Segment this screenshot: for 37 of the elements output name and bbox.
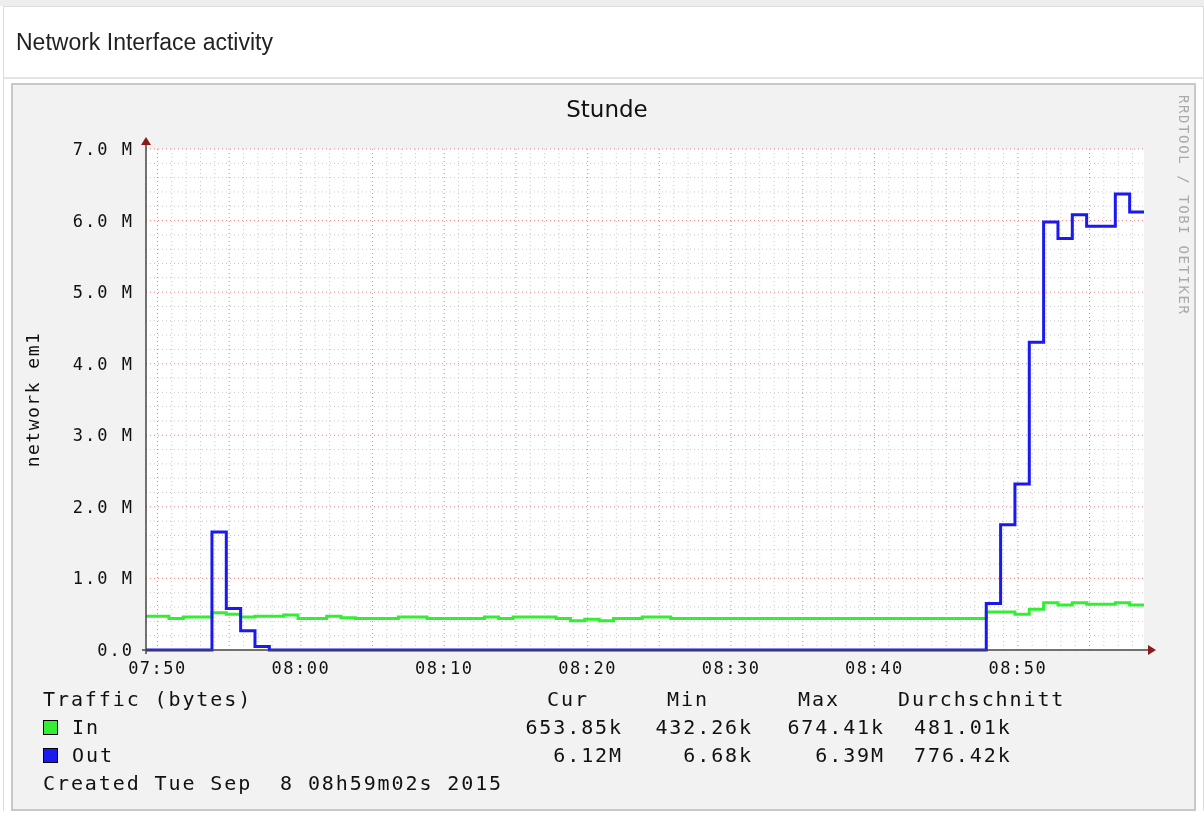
legend-value: 481.01k <box>913 715 1013 739</box>
chart-title: Stunde <box>566 96 648 122</box>
graph-credit: RRDTOOL / TOBI OETIKER <box>1176 95 1192 316</box>
legend-value: 6.68k <box>682 743 753 767</box>
y-tick-label: 2.0 M <box>72 496 134 517</box>
y-tick-label: 7.0 M <box>72 139 134 159</box>
y-tick-label: 4.0 M <box>72 353 134 374</box>
panel-title: Network Interface activity <box>4 7 1203 79</box>
y-tick-label: 1.0 M <box>72 568 134 589</box>
legend-column-heading: Max <box>797 687 841 711</box>
legend-swatch <box>43 719 58 735</box>
x-tick-label: 08:20 <box>558 658 617 678</box>
legend-label: In <box>72 715 100 739</box>
y-tick-label: 0.0 <box>97 640 134 660</box>
legend-value: 6.12M <box>552 743 623 767</box>
y-tick-label: 5.0 M <box>72 282 134 303</box>
legend-swatch <box>43 747 58 763</box>
created-timestamp: Created Tue Sep 8 08h59m02s 2015 <box>42 770 505 797</box>
legend-value: 653.85k <box>524 715 623 739</box>
y-tick-label: 3.0 M <box>72 425 134 446</box>
x-tick-label: 08:50 <box>988 658 1048 678</box>
legend-value: 432.26k <box>654 715 753 739</box>
y-axis-label: network em1 <box>22 331 43 468</box>
legend-value: 6.39M <box>814 743 885 767</box>
legend-column-heading: Min <box>666 687 710 711</box>
legend-label: Out <box>72 743 114 767</box>
legend-column-heading: Cur <box>546 687 590 711</box>
x-tick-label: 07:50 <box>128 658 187 678</box>
legend-column-heading: Durchschnitt <box>897 687 1067 711</box>
legend-heading: Traffic (bytes) <box>43 687 254 711</box>
y-tick-label: 6.0 M <box>72 210 134 231</box>
x-tick-label: 08:30 <box>701 658 761 678</box>
x-tick-label: 08:40 <box>845 658 904 678</box>
legend-value: 776.42k <box>913 743 1013 767</box>
legend-value: 674.41k <box>786 715 885 739</box>
x-tick-label: 08:00 <box>271 658 331 678</box>
x-tick-label: 08:10 <box>414 658 474 678</box>
